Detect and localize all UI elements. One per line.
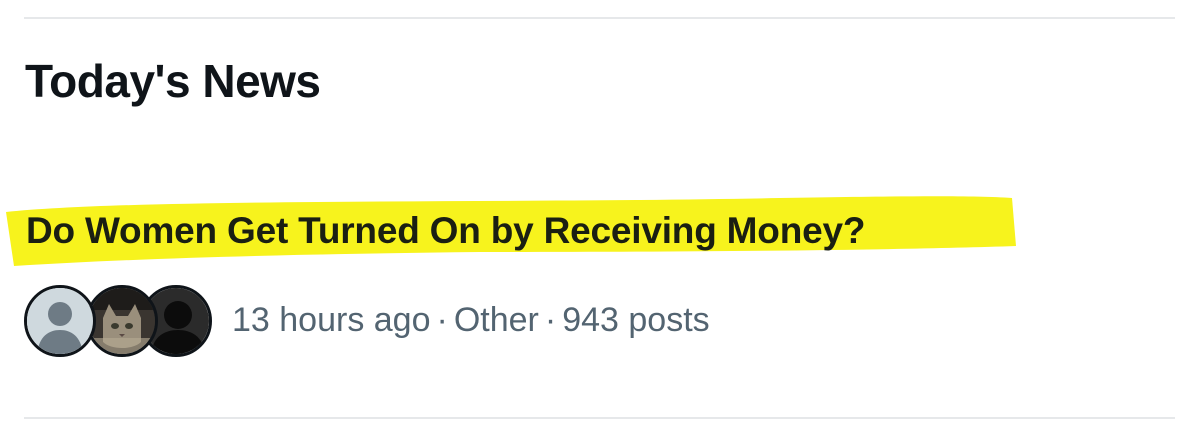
section-title: Today's News — [25, 55, 321, 107]
cat-photo-icon — [89, 288, 155, 354]
bottom-divider — [24, 417, 1175, 419]
news-category: Other — [453, 301, 539, 339]
avatar[interactable] — [86, 285, 158, 357]
default-avatar-icon — [27, 288, 93, 354]
news-meta: 13 hours ago · Other · 943 posts — [24, 285, 924, 360]
separator: · — [436, 301, 448, 339]
top-divider — [24, 17, 1175, 19]
separator: · — [544, 301, 557, 339]
news-headline[interactable]: Do Women Get Turned On by Receiving Mone… — [26, 210, 865, 252]
news-time: 13 hours ago — [232, 301, 431, 339]
avatar[interactable] — [24, 285, 96, 357]
news-item[interactable]: Do Women Get Turned On by Receiving Mone… — [0, 188, 1040, 268]
news-post-count: 943 posts — [562, 301, 710, 339]
news-meta-text: 13 hours ago · Other · 943 posts — [232, 301, 710, 340]
